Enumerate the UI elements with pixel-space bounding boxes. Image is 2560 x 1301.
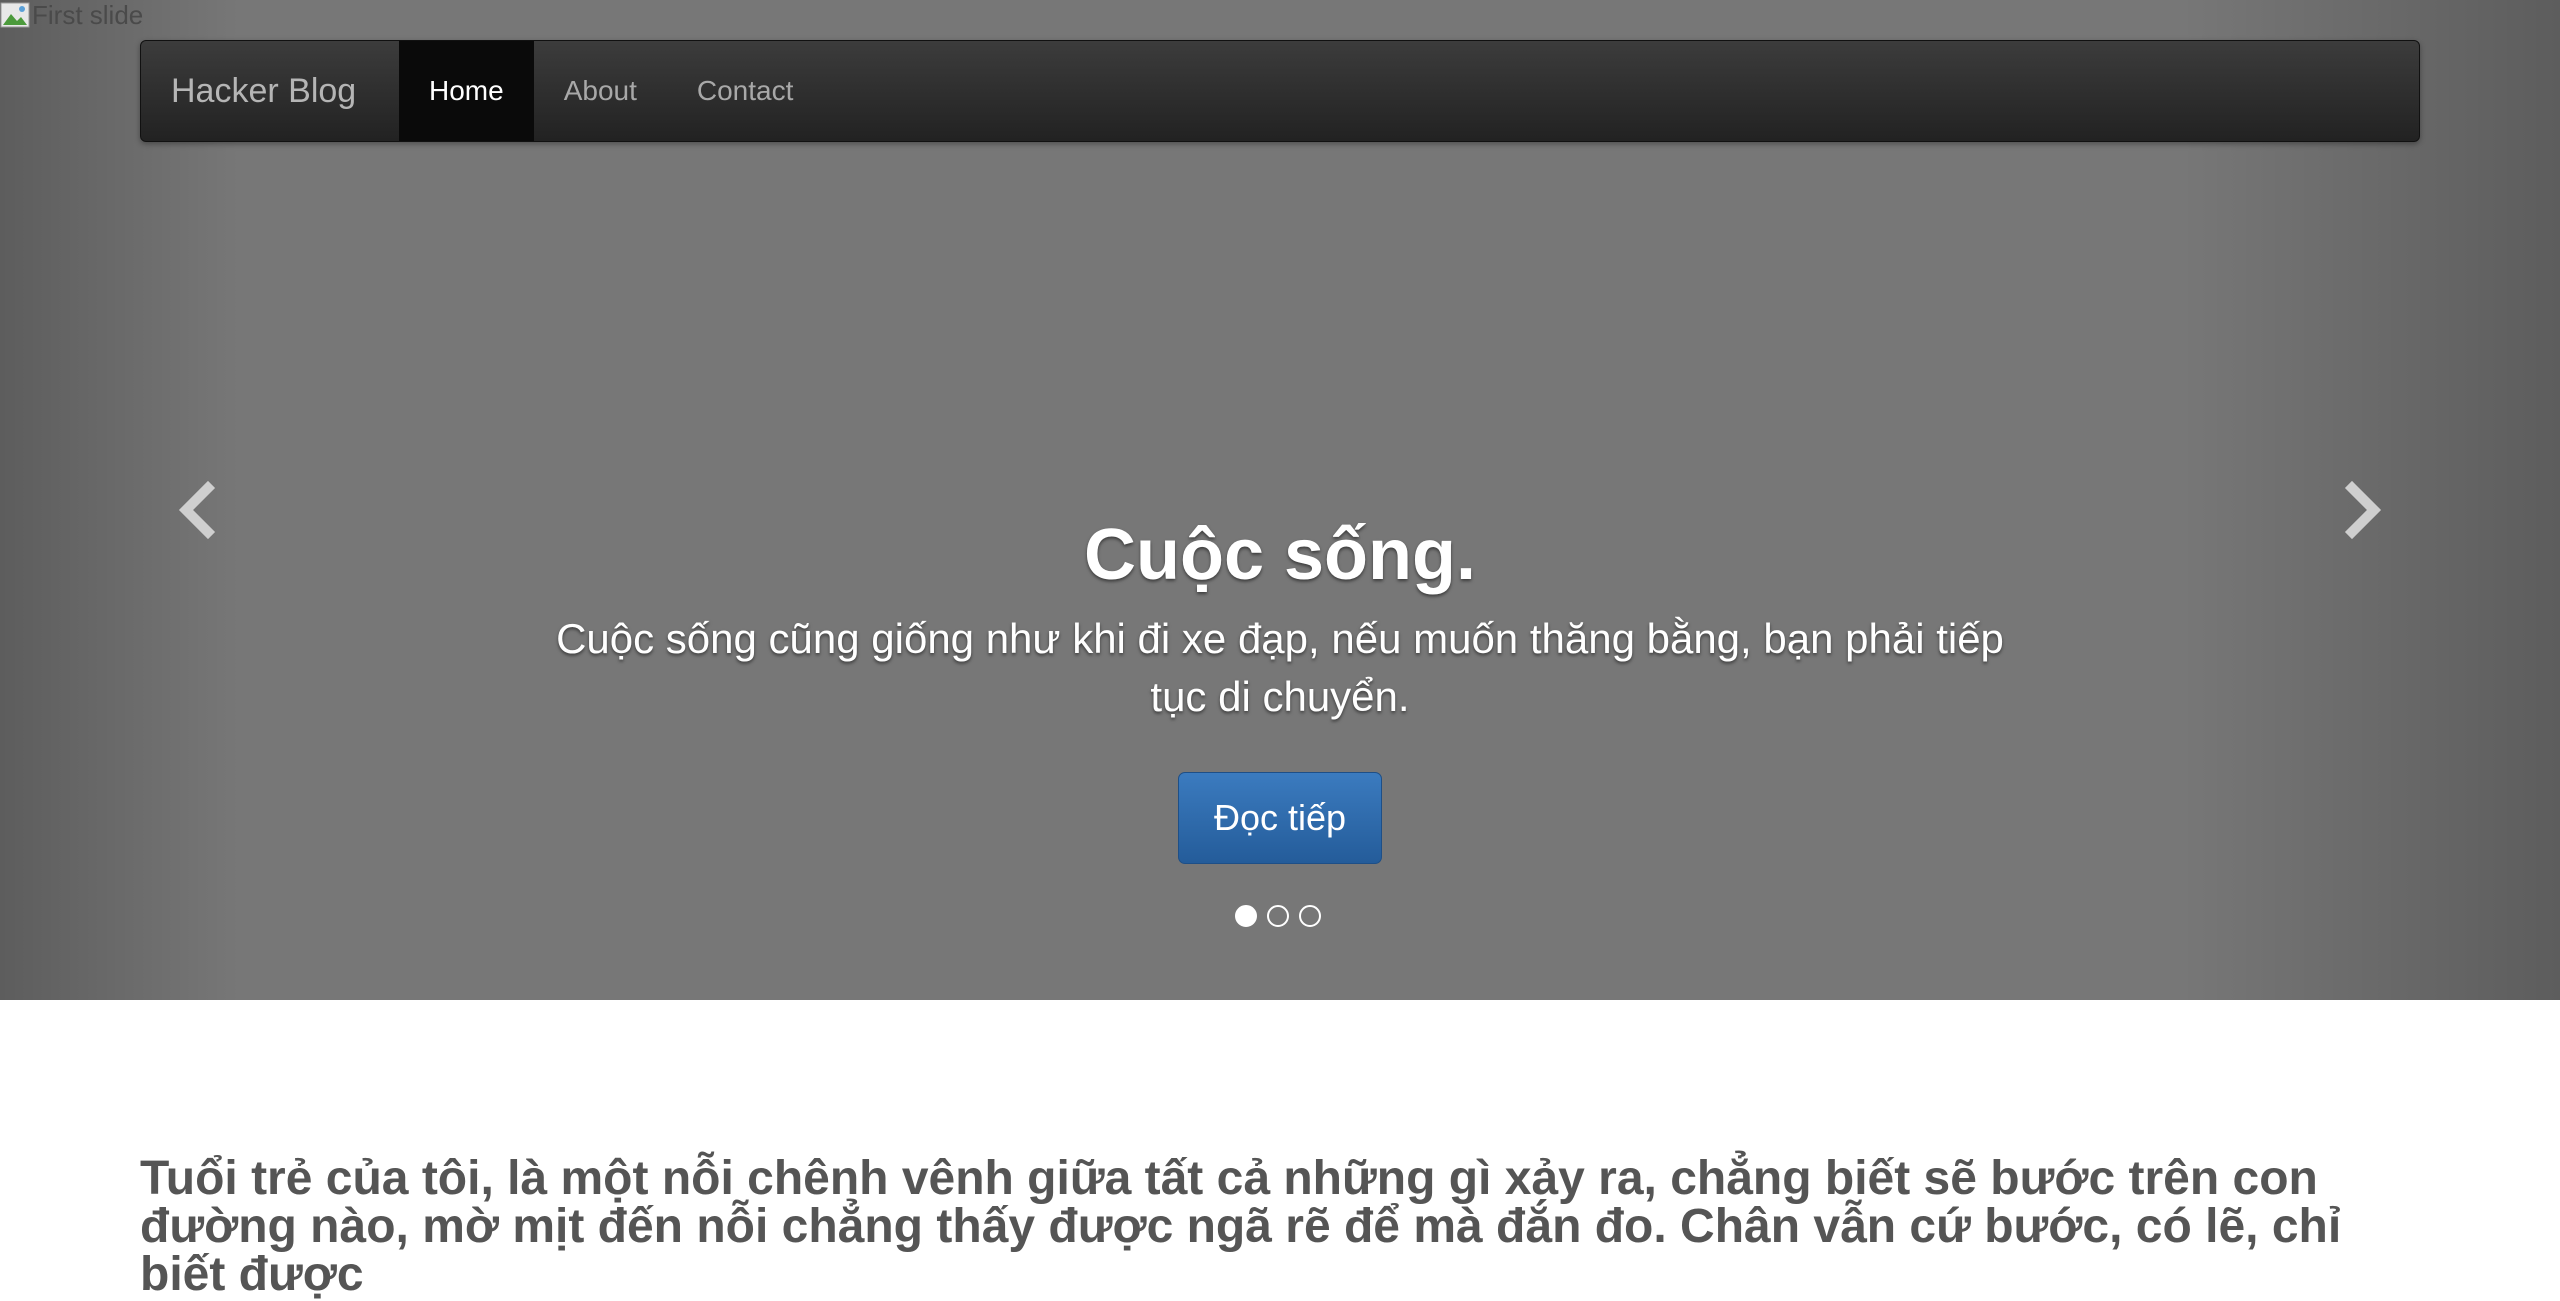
carousel-next-button[interactable] (2330, 480, 2390, 540)
first-slide-alt-text: First slide (32, 0, 144, 30)
indicator-dot-3[interactable] (1299, 905, 1321, 927)
read-more-button[interactable]: Đọc tiếp (1178, 772, 1382, 864)
chevron-left-icon (178, 480, 216, 540)
lead-paragraph: Tuổi trẻ của tôi, là một nỗi chênh vênh … (140, 1152, 2342, 1301)
nav-home[interactable]: Home (399, 41, 534, 141)
carousel-caption: Cuộc sống. Cuộc sống cũng giống như khi … (500, 510, 2060, 864)
indicator-dot-1[interactable] (1235, 905, 1257, 927)
hero-carousel: First slide Hacker Blog Home About Conta… (0, 0, 2560, 1000)
chevron-right-icon (2344, 480, 2382, 540)
top-navbar: Hacker Blog Home About Contact (140, 40, 2420, 142)
nav-contact[interactable]: Contact (667, 41, 824, 141)
brand-link[interactable]: Hacker Blog (141, 41, 399, 141)
first-slide-image: First slide (0, 0, 143, 30)
carousel-prev-button[interactable] (170, 480, 230, 540)
slide-heading: Cuộc sống. (1084, 515, 1476, 595)
broken-image-icon (0, 0, 30, 30)
nav-about[interactable]: About (534, 41, 667, 141)
carousel-indicators (1235, 905, 1321, 927)
slide-text: Cuộc sống cũng giống như khi đi xe đạp, … (556, 615, 2004, 720)
indicator-dot-2[interactable] (1267, 905, 1289, 927)
